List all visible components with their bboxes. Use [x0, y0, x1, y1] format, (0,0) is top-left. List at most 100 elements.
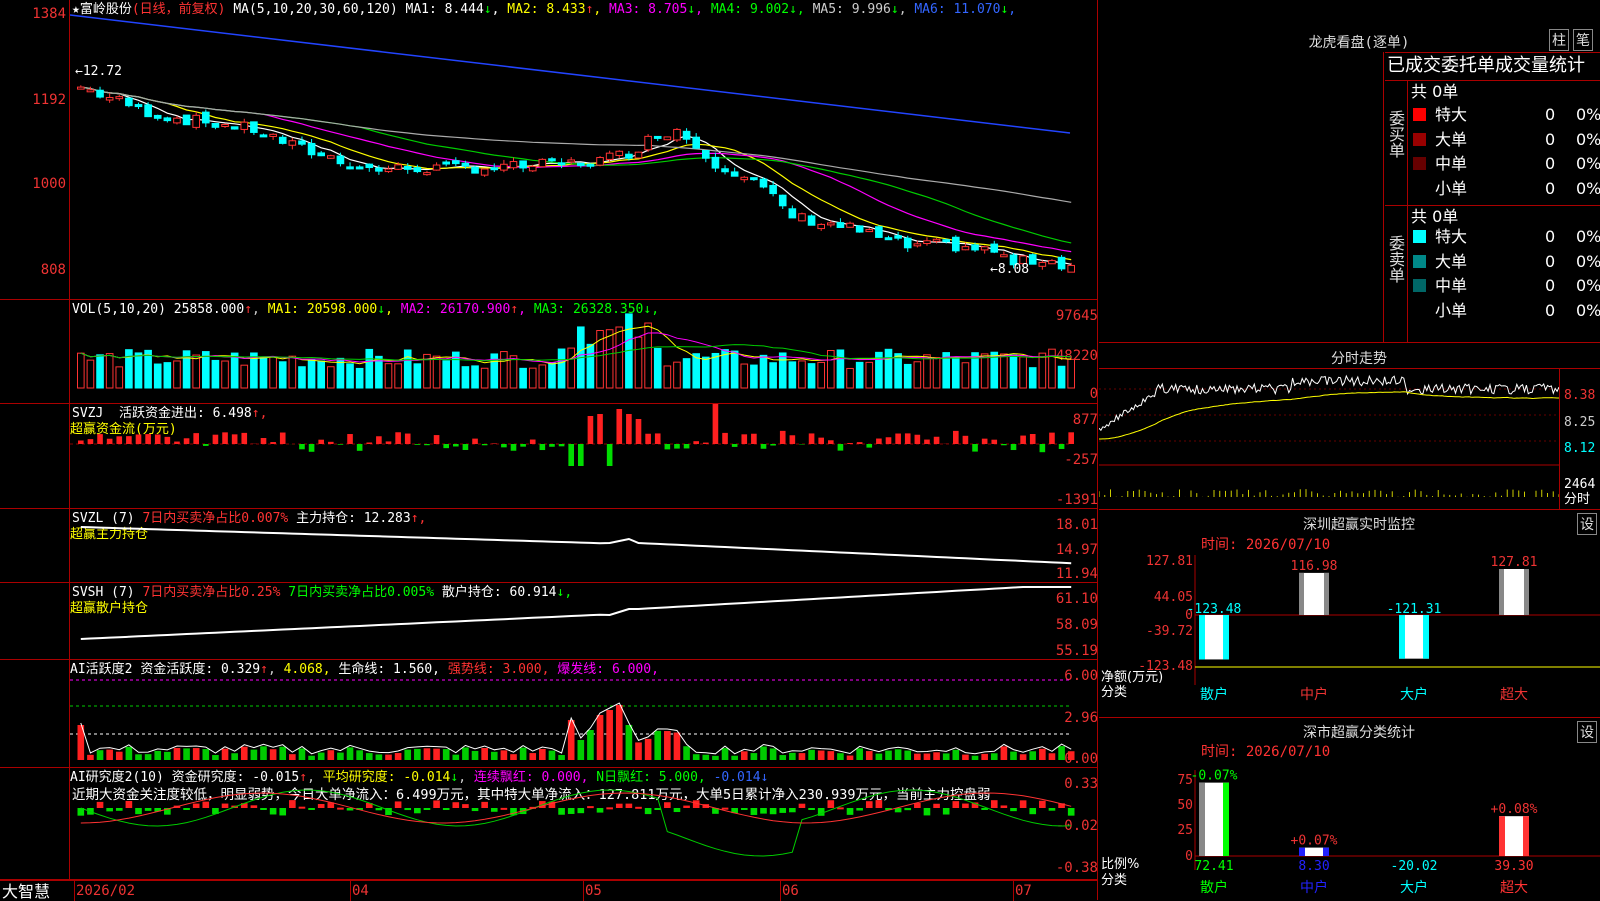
research-bar — [933, 804, 940, 808]
cls-ratio-chart[interactable]: 7550250-0.07%72.41散户+0.07%8.30中户-20.02大户… — [1099, 760, 1600, 900]
chart-area[interactable]: 1384 1192 1000 808 ★富岭股份(日线，前复权) MA(5,10… — [0, 0, 1100, 900]
row-pct: 0% — [1576, 251, 1600, 273]
svzj-panel[interactable]: 877 -257 -1391 SVZJ 活跃资金进出: 6.498↑, 超赢资金… — [0, 404, 1098, 509]
candle-body — [635, 152, 642, 158]
flow-bar — [395, 432, 401, 444]
flow-bar — [588, 416, 594, 444]
candle-body — [597, 158, 604, 166]
candle-body — [789, 209, 796, 218]
research-bar — [443, 808, 450, 810]
active-bar — [241, 747, 248, 760]
active-bar — [693, 754, 700, 760]
cls-y-tick: 0 — [1185, 849, 1193, 864]
flow-bar — [972, 444, 978, 452]
volume-bar — [1020, 357, 1027, 388]
volume-bar — [260, 357, 267, 388]
cls-value-label: 8.30 — [1298, 859, 1329, 874]
research-bar — [308, 808, 315, 810]
sz-bar-edge — [1399, 615, 1405, 659]
research-bar — [847, 808, 854, 815]
volume-bar — [904, 364, 911, 388]
active-bar — [645, 739, 652, 760]
candle-body — [837, 223, 844, 228]
candle-body — [395, 165, 402, 170]
svzl-panel[interactable]: 18.01 14.97 11.94 SVZL (7) 7日内买卖净占比0.007… — [0, 509, 1098, 583]
volume-panel[interactable]: 97645 48220 0 VOL(5,10,20) 25858.000↑, M… — [0, 300, 1098, 404]
research-bar — [789, 808, 796, 812]
price-panel[interactable]: 1384 1192 1000 808 ★富岭股份(日线，前复权) MA(5,10… — [0, 0, 1098, 300]
ma-line — [81, 87, 1071, 202]
volume-bar — [270, 357, 277, 388]
minute-tick: 8.25 — [1564, 415, 1595, 430]
research-bar — [722, 808, 729, 810]
research-bar — [491, 808, 498, 812]
main-holding-chart[interactable] — [70, 509, 1097, 583]
active-bar — [1058, 746, 1065, 760]
active-bar — [414, 749, 421, 760]
flow-bar — [616, 409, 622, 444]
volume-bar — [953, 358, 960, 388]
sz-bar-edge — [1223, 615, 1229, 659]
fund-flow-chart[interactable] — [70, 404, 1097, 509]
ai-research-panel[interactable]: 0.33 -0.02 -0.38 AI研究度2(10) 资金研究度: -0.01… — [0, 768, 1098, 880]
flow-bar — [270, 442, 276, 444]
candle-body — [1001, 255, 1008, 257]
ai-active-panel[interactable]: 6.00 2.96 0.00 AI活跃度2 资金活跃度: 0.329↑, 4.0… — [0, 660, 1098, 768]
ai-research-chart[interactable] — [70, 768, 1097, 880]
active-bar — [856, 748, 863, 760]
sz-bar-edge — [1499, 569, 1504, 615]
active-bar — [183, 748, 190, 760]
active-bar — [366, 753, 373, 760]
active-bar — [231, 753, 238, 760]
buy-row: 大单00% — [1411, 129, 1600, 151]
cls-value-label: 72.41 — [1194, 859, 1233, 874]
research-bar — [414, 808, 421, 813]
active-bar — [453, 755, 460, 760]
flow-bar — [366, 442, 372, 444]
buy-row: 中单00% — [1411, 153, 1600, 175]
research-bar — [799, 804, 806, 808]
volume-bar — [568, 348, 575, 388]
research-bar — [1049, 808, 1056, 811]
candle-body — [828, 223, 835, 225]
active-bar — [876, 754, 883, 760]
sz-net-chart[interactable]: 127.8144.050-39.72-123.48-123.48散户116.98… — [1099, 555, 1600, 715]
minute-chart[interactable] — [1099, 369, 1559, 509]
candle-body — [703, 151, 710, 159]
ai-active-chart[interactable] — [70, 660, 1097, 768]
cls-bar-edge — [1299, 848, 1305, 856]
flow-bar — [876, 439, 882, 444]
volume-bar — [289, 356, 296, 388]
volume-bar — [462, 367, 469, 388]
candle-body — [337, 156, 344, 164]
active-bar — [549, 751, 556, 760]
research-bar — [1068, 808, 1075, 816]
candlestick-chart[interactable] — [70, 0, 1097, 300]
candle-body — [712, 157, 719, 168]
zhu-button[interactable]: 柱 — [1549, 29, 1569, 51]
svsh-panel[interactable]: 61.10 58.09 55.19 SVSH (7) 7日内买卖净占比0.25%… — [0, 583, 1098, 660]
volume-bar — [212, 360, 219, 388]
volume-bar — [1068, 359, 1075, 388]
candle-body — [414, 168, 421, 172]
volume-bar — [414, 364, 421, 388]
active-bar — [731, 756, 738, 760]
cls-settings-button[interactable]: 设 — [1577, 721, 1597, 743]
bi-button[interactable]: 笔 — [1573, 29, 1593, 51]
row-count: 0 — [1545, 300, 1555, 322]
research-bar — [481, 802, 488, 808]
volume-bar — [116, 367, 123, 388]
research-bar — [674, 808, 681, 812]
volume-chart[interactable] — [70, 300, 1097, 404]
active-bar — [606, 710, 613, 760]
research-line — [81, 793, 1071, 823]
sz-bar-edge — [1324, 573, 1329, 615]
flow-bar — [491, 443, 497, 444]
active-bar — [1020, 754, 1027, 760]
flow-bar — [145, 434, 151, 444]
volume-bar — [154, 364, 161, 388]
flow-bar — [165, 437, 171, 444]
sz-settings-button[interactable]: 设 — [1577, 513, 1597, 535]
retail-holding-chart[interactable] — [70, 583, 1097, 660]
volume-bar — [299, 367, 306, 388]
